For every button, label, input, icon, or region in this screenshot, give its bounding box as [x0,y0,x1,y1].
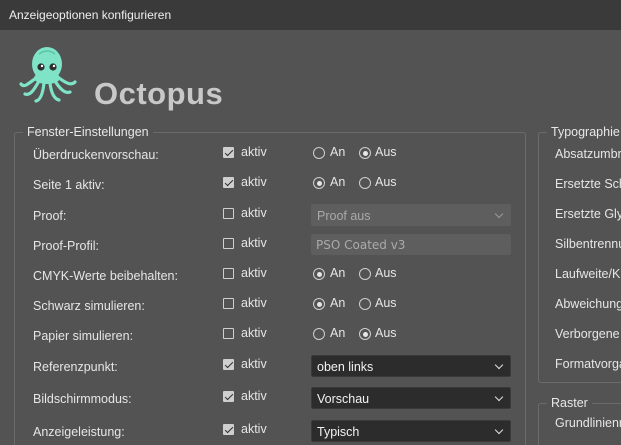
radio-aus[interactable] [359,177,371,189]
typographie-item: Abweichung [555,297,621,311]
group-legend: Typographie [547,125,621,139]
typographie-item: Silbentrennu [555,237,621,251]
settings-row: Seite 1 aktiv: aktiv An Aus [15,173,525,199]
aktiv-label: aktiv [241,145,267,159]
aktiv-checkbox[interactable] [223,208,234,219]
radio-label: An [330,266,346,280]
aktiv-label: aktiv [241,422,267,436]
row-label: Anzeigeleistung: [33,425,125,439]
radio-an[interactable] [313,328,325,340]
fenster-einstellungen-group: Fenster-Einstellungen Überdruckenvorscha… [14,125,526,445]
aktiv-label: aktiv [241,236,267,250]
aktiv-checkbox[interactable] [223,177,234,188]
settings-row: Überdruckenvorschau: aktiv An Aus [15,143,525,169]
dropdown-select: Proof aus [311,204,511,226]
app-name: Octopus [94,76,224,111]
dropdown-value: Typisch [317,425,360,439]
radio-an[interactable] [313,147,325,159]
settings-row: Proof-Profil: aktiv PSO Coated v3 [15,234,525,260]
aktiv-checkbox[interactable] [223,359,234,370]
aktiv-label: aktiv [241,266,267,280]
typographie-item: Formatvorga [555,357,621,371]
dropdown-value: oben links [317,360,374,374]
chevron-down-icon [494,360,504,370]
radio-aus[interactable] [359,268,371,280]
radio-an[interactable] [313,177,325,189]
aktiv-label: aktiv [241,296,267,310]
typographie-item: Ersetzte Sch [555,177,621,191]
chevron-down-icon [494,425,504,435]
dropdown-value: Vorschau [317,392,370,406]
aktiv-checkbox[interactable] [223,147,234,158]
chevron-down-icon [494,209,504,219]
aktiv-checkbox[interactable] [223,424,234,435]
aktiv-label: aktiv [241,206,267,220]
radio-an[interactable] [313,268,325,280]
aktiv-label: aktiv [241,326,267,340]
radio-label: An [330,296,346,310]
group-legend: Fenster-Einstellungen [23,125,153,139]
radio-label: Aus [375,145,397,159]
profile-field: PSO Coated v3 [311,234,511,255]
window-title: Anzeigeoptionen konfigurieren [9,8,172,22]
settings-row: Referenzpunkt: aktiv oben links [15,355,525,381]
radio-label: Aus [375,175,397,189]
radio-aus[interactable] [359,328,371,340]
aktiv-label: aktiv [241,175,267,189]
row-label: Papier simulieren: [33,329,134,343]
settings-row: CMYK-Werte beibehalten: aktiv An Aus [15,264,525,290]
aktiv-label: aktiv [241,389,267,403]
row-label: Proof-Profil: [33,239,99,253]
dropdown-select[interactable]: Vorschau [311,387,511,409]
row-label: CMYK-Werte beibehalten: [33,269,178,283]
typographie-group: Typographie Absatzumbr Ersetzte Sch Ersetz… [538,125,621,383]
raster-item: Grundlinienr [555,416,621,430]
typographie-item: Laufweite/K [555,267,621,281]
aktiv-label: aktiv [241,357,267,371]
radio-aus[interactable] [359,298,371,310]
aktiv-checkbox[interactable] [223,238,234,249]
chevron-down-icon [494,392,504,402]
settings-row: Papier simulieren: aktiv An Aus [15,324,525,350]
aktiv-checkbox[interactable] [223,268,234,279]
row-label: Bildschirmmodus: [33,392,132,406]
settings-row: Anzeigeleistung: aktiv Typisch [15,420,525,445]
dropdown-select[interactable]: oben links [311,355,511,377]
radio-label: Aus [375,266,397,280]
row-label: Schwarz simulieren: [33,299,145,313]
group-legend: Raster [547,396,592,410]
row-label: Überdruckenvorschau: [33,148,159,162]
aktiv-checkbox[interactable] [223,298,234,309]
aktiv-checkbox[interactable] [223,391,234,402]
radio-label: An [330,326,346,340]
radio-an[interactable] [313,298,325,310]
radio-label: Aus [375,296,397,310]
settings-row: Bildschirmmodus: aktiv Vorschau [15,387,525,413]
row-label: Proof: [33,209,67,223]
raster-group: Raster Grundlinienr [538,396,621,445]
radio-label: An [330,145,346,159]
settings-row: Schwarz simulieren: aktiv An Aus [15,294,525,320]
radio-label: An [330,175,346,189]
row-label: Referenzpunkt: [33,360,118,374]
typographie-item: Absatzumbr [555,147,621,161]
octopus-icon [19,47,77,103]
row-label: Seite 1 aktiv: [33,178,105,192]
window-titlebar: Anzeigeoptionen konfigurieren [0,0,621,30]
typographie-item: Ersetzte Gly [555,207,621,221]
dropdown-select[interactable]: Typisch [311,420,511,442]
dropdown-value: Proof aus [317,209,371,223]
settings-row: Proof: aktiv Proof aus [15,204,525,230]
aktiv-checkbox[interactable] [223,328,234,339]
radio-aus[interactable] [359,147,371,159]
radio-label: Aus [375,326,397,340]
typographie-item: Verborgene [555,327,620,341]
